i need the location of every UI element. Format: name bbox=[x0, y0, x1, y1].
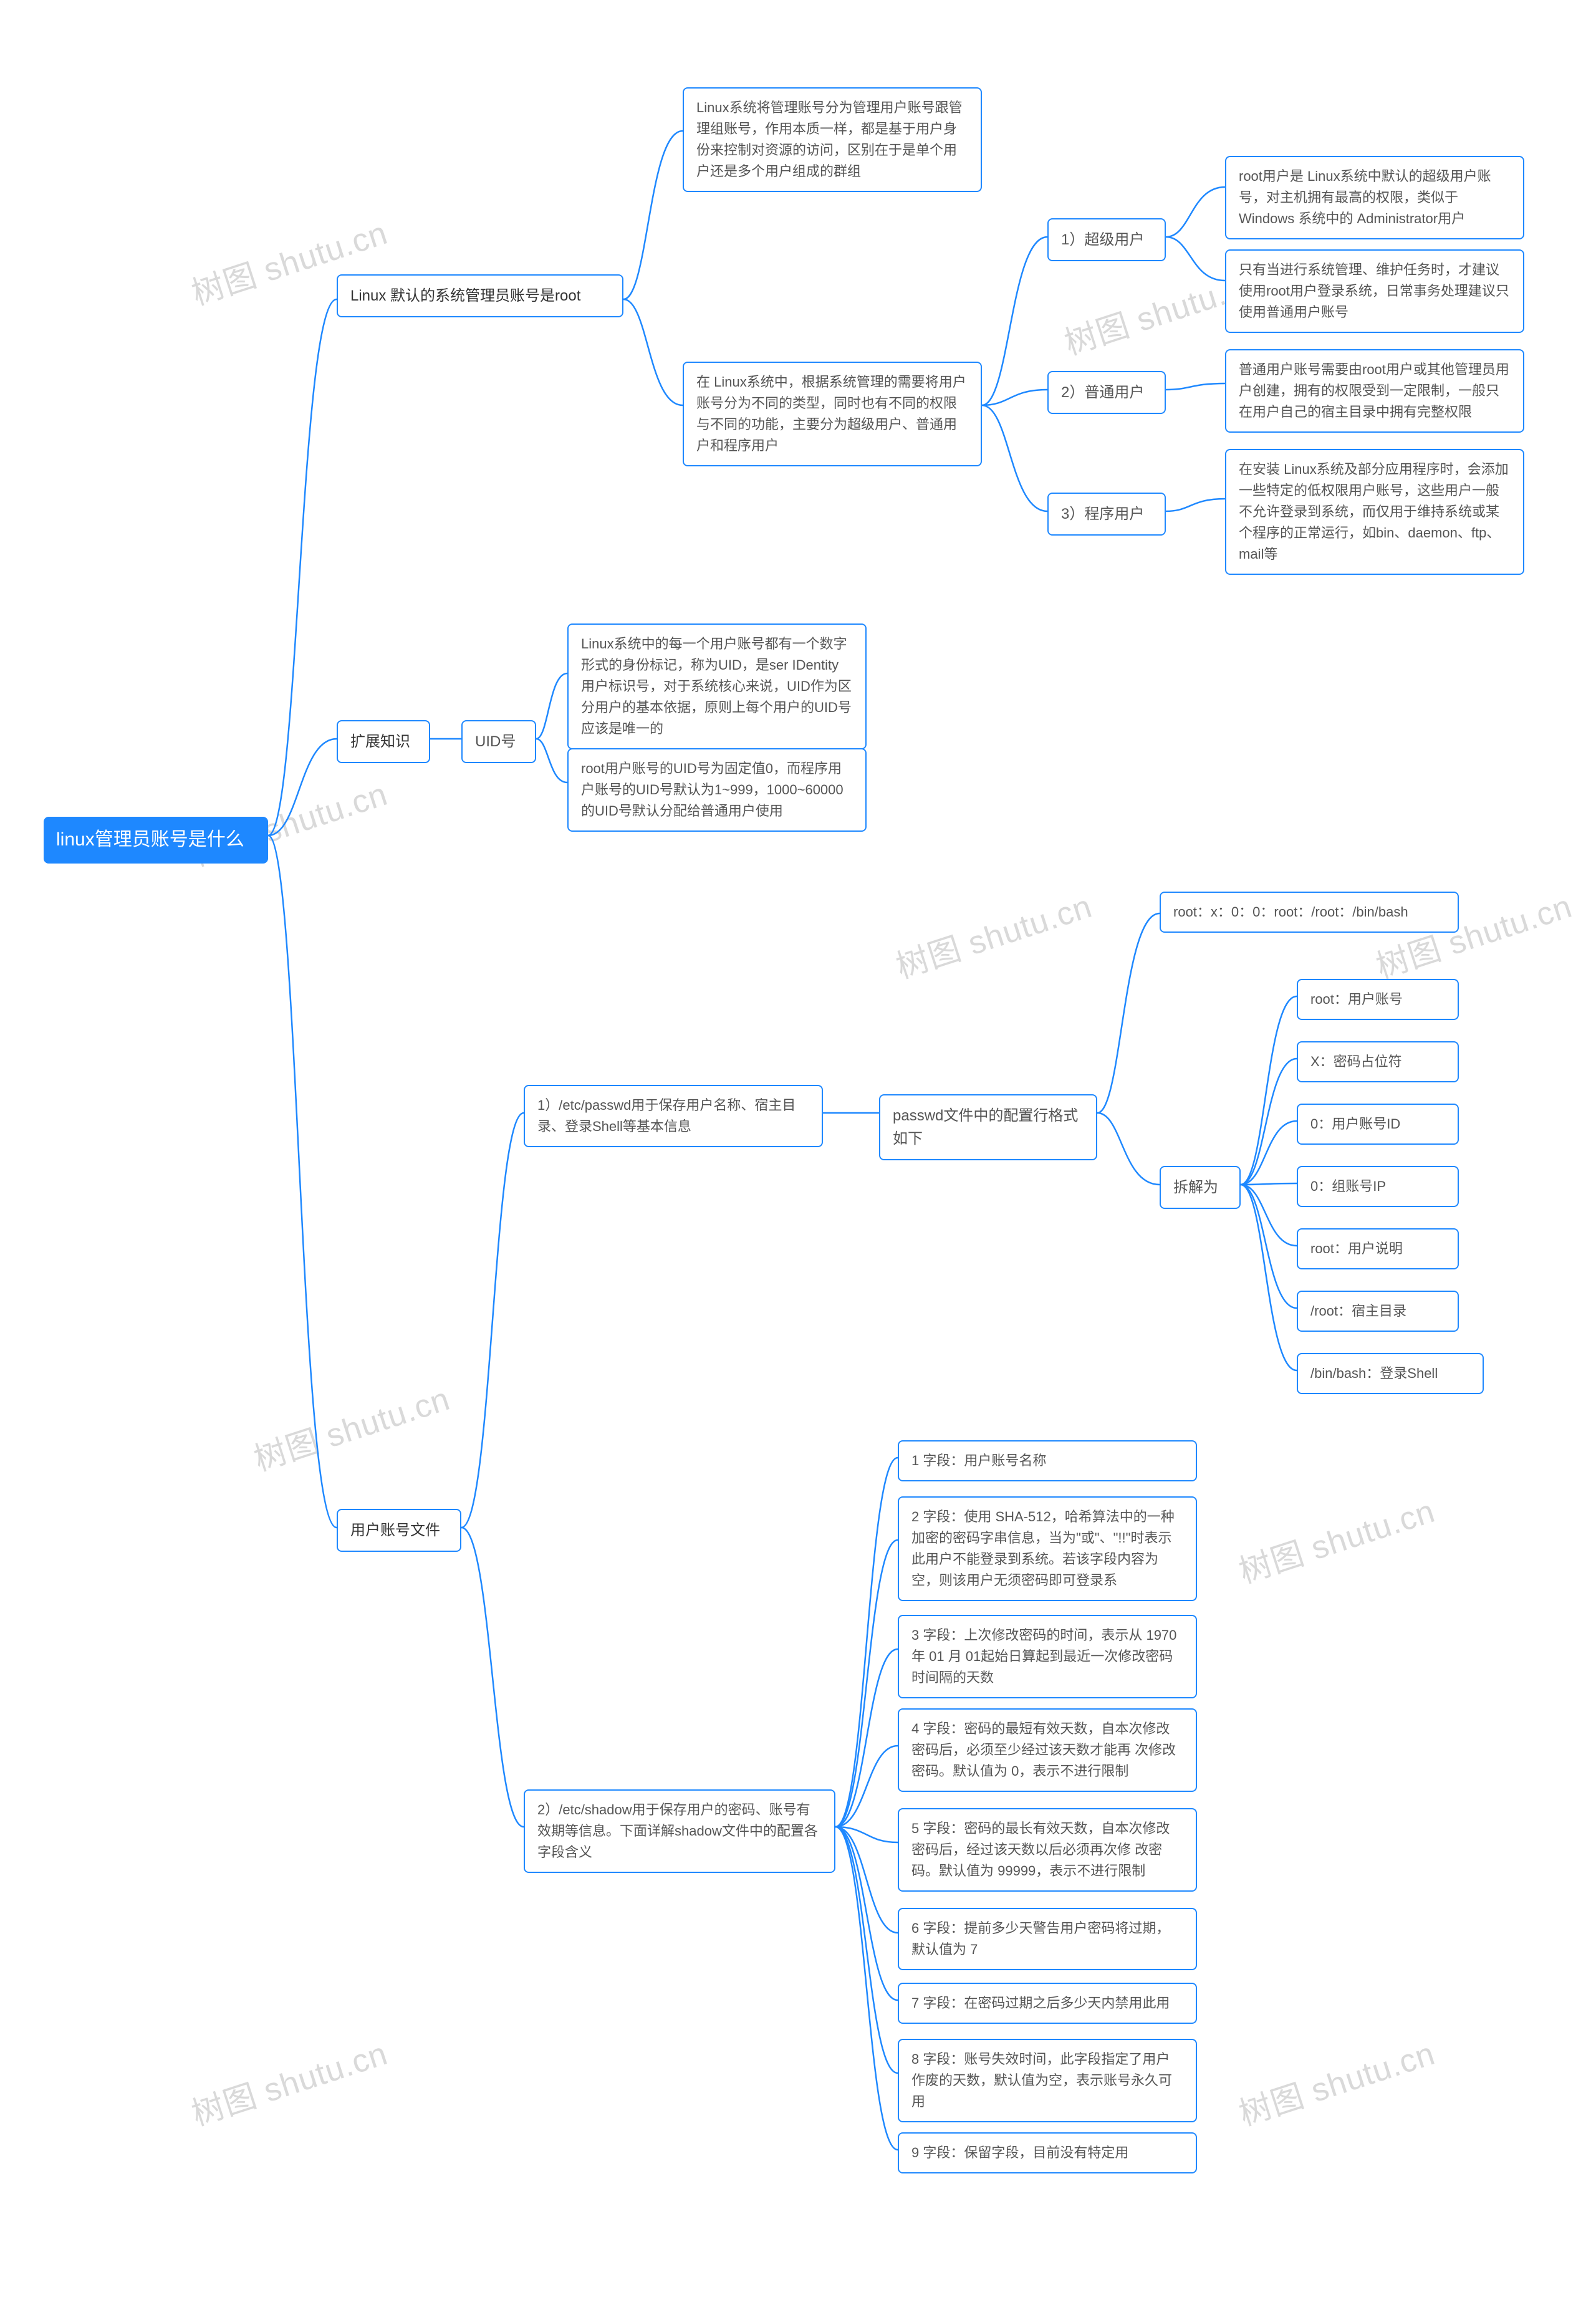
leaf-passwd-fmt: passwd文件中的配置行格式如下 bbox=[879, 1094, 1097, 1160]
leaf-superuser-d2: 只有当进行系统管理、维护任务时，才建议使用root用户登录系统，日常事务处理建议… bbox=[1225, 249, 1524, 333]
leaf-passwd-p2: X：密码占位符 bbox=[1297, 1041, 1459, 1082]
leaf-a1-c1: Linux系统将管理账号分为管理用户账号跟管理组账号，作用本质一样，都是基于用户… bbox=[683, 87, 982, 192]
leaf-programuser[interactable]: 3）程序用户 bbox=[1047, 493, 1166, 536]
leaf-passwd-sample: root：x：0：0：root：/root：/bin/bash bbox=[1160, 892, 1459, 933]
leaf-programuser-d: 在安装 Linux系统及部分应用程序时，会添加一些特定的低权限用户账号，这些用户… bbox=[1225, 449, 1524, 575]
leaf-passwd-p7: /bin/bash：登录Shell bbox=[1297, 1353, 1484, 1394]
leaf-normaluser[interactable]: 2）普通用户 bbox=[1047, 371, 1166, 414]
leaf-a1-c2: 在 Linux系统中，根据系统管理的需要将用户账号分为不同的类型，同时也有不同的… bbox=[683, 362, 982, 466]
watermark: 树图 shutu.cn bbox=[185, 2027, 392, 2134]
leaf-shadow-s4: 4 字段：密码的最短有效天数，自本次修改密码后，必须至少经过该天数才能再 次修改… bbox=[898, 1708, 1197, 1792]
watermark: 树图 shutu.cn bbox=[247, 1372, 454, 1480]
leaf-shadow-s3: 3 字段：上次修改密码的时间，表示从 1970 年 01 月 01起始日算起到最… bbox=[898, 1615, 1197, 1698]
branch-extend[interactable]: 扩展知识 bbox=[337, 720, 430, 763]
leaf-shadow-s2: 2 字段：使用 SHA-512，哈希算法中的一种加密的密码字串信息，当为"或"、… bbox=[898, 1496, 1197, 1601]
root-node[interactable]: linux管理员账号是什么 bbox=[44, 817, 268, 864]
leaf-shadow-s5: 5 字段：密码的最长有效天数，自本次修改密码后，经过该天数以后必须再次修 改密码… bbox=[898, 1808, 1197, 1892]
leaf-passwd-p5: root：用户说明 bbox=[1297, 1228, 1459, 1269]
leaf-passwd-p3: 0：用户账号ID bbox=[1297, 1104, 1459, 1145]
watermark: 树图 shutu.cn bbox=[1232, 2027, 1440, 2134]
leaf-passwd[interactable]: 1）/etc/passwd用于保存用户名称、宿主目录、登录Shell等基本信息 bbox=[524, 1085, 823, 1147]
leaf-passwd-split: 拆解为 bbox=[1160, 1166, 1241, 1209]
leaf-uid[interactable]: UID号 bbox=[461, 720, 536, 763]
branch-accountfile[interactable]: 用户账号文件 bbox=[337, 1509, 461, 1552]
connector-lines bbox=[0, 0, 1596, 2315]
leaf-shadow-s9: 9 字段：保留字段，目前没有特定用 bbox=[898, 2132, 1197, 2173]
watermark: 树图 shutu.cn bbox=[1232, 1485, 1440, 1592]
leaf-passwd-p6: /root：宿主目录 bbox=[1297, 1291, 1459, 1332]
leaf-normaluser-d: 普通用户账号需要由root用户或其他管理员用户创建，拥有的权限受到一定限制，一般… bbox=[1225, 349, 1524, 433]
leaf-uid-d1: Linux系统中的每一个用户账号都有一个数字形式的身份标记，称为UID，是ser… bbox=[567, 623, 867, 749]
leaf-shadow-s7: 7 字段：在密码过期之后多少天内禁用此用 bbox=[898, 1983, 1197, 2024]
leaf-passwd-p1: root：用户账号 bbox=[1297, 979, 1459, 1020]
leaf-passwd-p4: 0：组账号IP bbox=[1297, 1166, 1459, 1207]
leaf-superuser-d1: root用户是 Linux系统中默认的超级用户账号，对主机拥有最高的权限，类似于… bbox=[1225, 156, 1524, 239]
leaf-uid-d2: root用户账号的UID号为固定值0，而程序用户账号的UID号默认为1~999，… bbox=[567, 748, 867, 832]
branch-default-admin[interactable]: Linux 默认的系统管理员账号是root bbox=[337, 274, 623, 317]
leaf-superuser[interactable]: 1）超级用户 bbox=[1047, 218, 1166, 261]
leaf-shadow-s8: 8 字段：账号失效时间，此字段指定了用户作废的天数，默认值为空，表示账号永久可用 bbox=[898, 2039, 1197, 2122]
watermark: 树图 shutu.cn bbox=[889, 880, 1097, 987]
leaf-shadow-s6: 6 字段：提前多少天警告用户密码将过期，默认值为 7 bbox=[898, 1908, 1197, 1970]
leaf-shadow-s1: 1 字段：用户账号名称 bbox=[898, 1440, 1197, 1481]
leaf-shadow[interactable]: 2）/etc/shadow用于保存用户的密码、账号有效期等信息。下面详解shad… bbox=[524, 1789, 835, 1873]
